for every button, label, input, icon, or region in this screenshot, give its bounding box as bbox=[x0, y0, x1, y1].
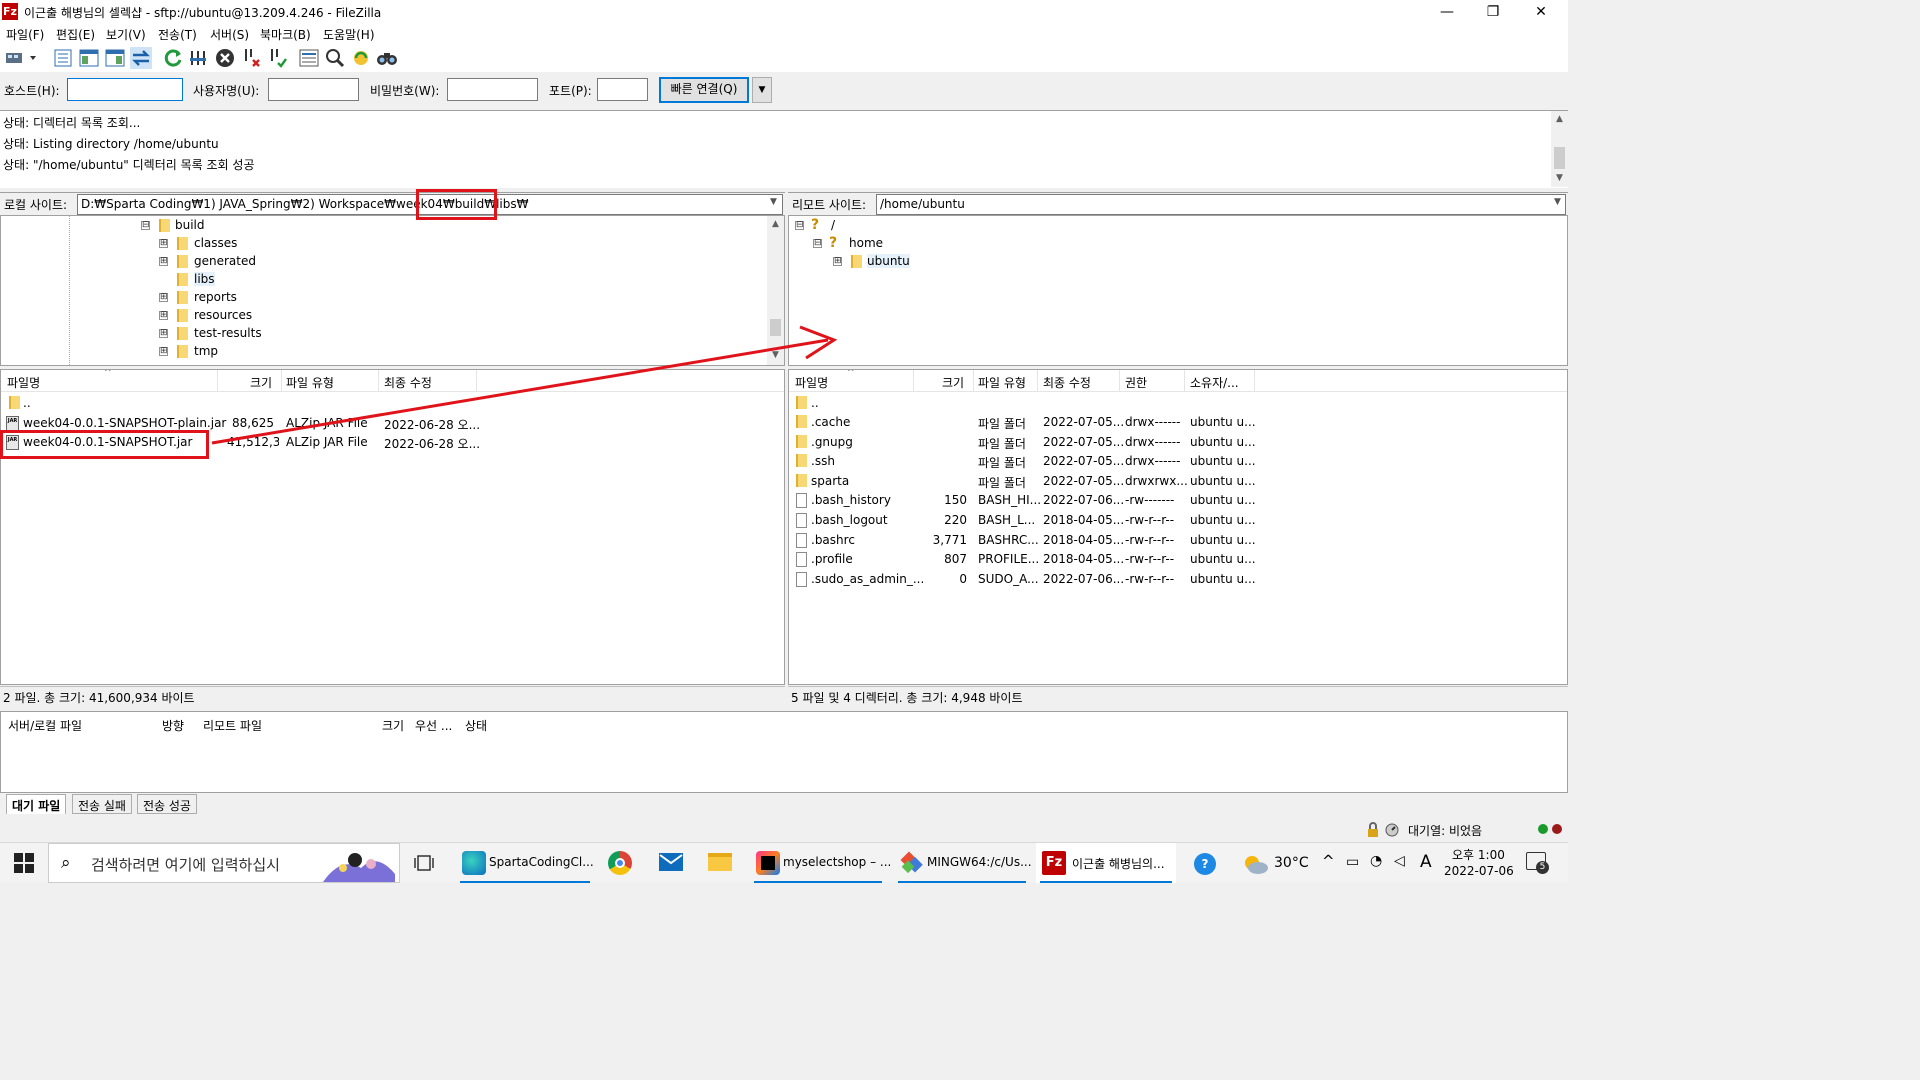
annotation-arrow bbox=[211, 325, 838, 445]
